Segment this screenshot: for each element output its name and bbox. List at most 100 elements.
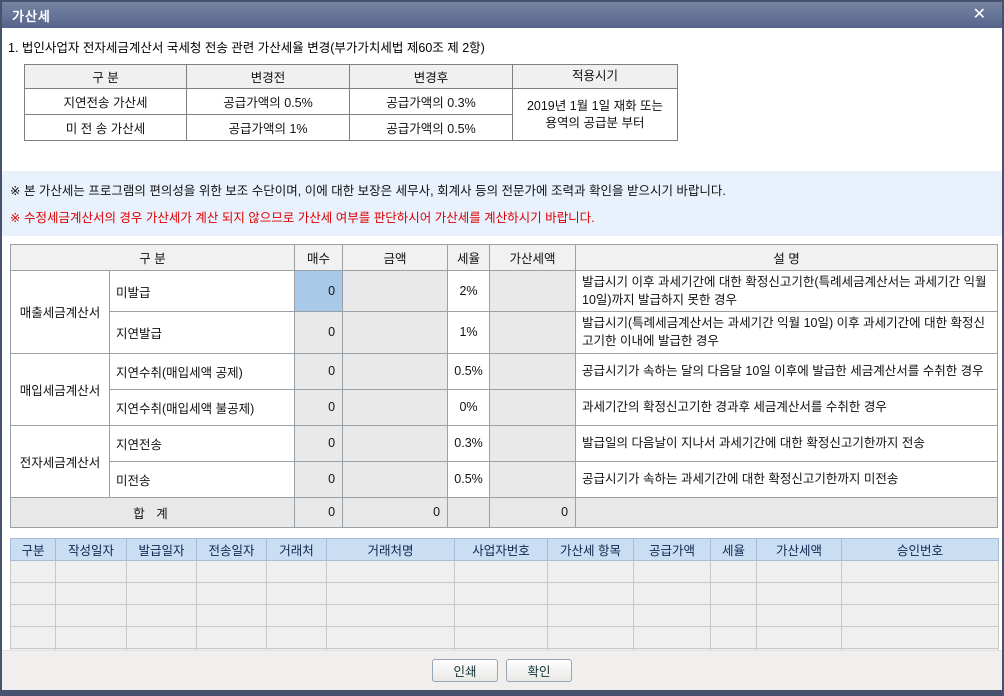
detail-empty-cell[interactable] [454,625,548,649]
detail-empty-cell[interactable] [756,625,842,649]
period-line2: 용역의 공급분 부터 [545,115,645,130]
detail-empty-cell[interactable] [841,603,999,627]
detail-empty-cell[interactable] [841,625,999,649]
detail-empty-cell[interactable] [633,559,711,583]
detail-empty-cell[interactable] [55,625,127,649]
detail-empty-cell[interactable] [126,603,197,627]
detail-empty-cell[interactable] [633,625,711,649]
detail-empty-cell[interactable] [633,581,711,605]
detail-empty-cell[interactable] [196,625,267,649]
penalty-tax-dialog: 가산세 ✕ 1. 법인사업자 전자세금계산서 국세청 전송 관련 가산세율 변경… [0,0,1004,696]
amount-cell [342,424,449,462]
penalty-cell [489,460,577,498]
detail-empty-cell[interactable] [454,603,548,627]
detail-empty-cell[interactable] [126,559,197,583]
detail-empty-cell[interactable] [266,559,327,583]
total-desc [575,496,998,528]
period-line1: 2019년 1월 1일 재화 또는 [526,98,664,113]
detail-empty-cell[interactable] [841,581,999,605]
detail-header-cell: 사업자번호 [454,537,548,561]
count-cell[interactable]: 0 [294,352,344,390]
detail-empty-cell[interactable] [126,581,197,605]
detail-empty-cell[interactable] [196,581,267,605]
detail-header-row: 구분 작성일자 발급일자 전송일자 거래처 거래처명 사업자번호 가산세 항목 공급가액 세율 가산… [10,537,999,561]
detail-header-cell: 세율 [710,537,757,561]
detail-empty-cell[interactable] [633,603,711,627]
cell-before: 공급가액의 1% [186,114,350,141]
detail-empty-row[interactable] [10,625,999,649]
detail-empty-cell[interactable] [196,603,267,627]
close-icon[interactable]: ✕ [967,7,992,23]
desc-cell: 발급시기(특례세금계산서는 과세기간 익월 10일) 이후 과세기간에 대한 확… [575,311,998,354]
detail-empty-cell[interactable] [55,559,127,583]
detail-empty-cell[interactable] [547,581,634,605]
count-cell-selected[interactable]: 0 [294,269,344,313]
amount-cell [342,388,449,426]
detail-empty-cell[interactable] [756,581,842,605]
notice-band: ※ 본 가산세는 프로그램의 편의성을 위한 보조 수단이며, 이에 대한 보장… [2,171,1002,236]
count-cell[interactable]: 0 [294,424,344,462]
print-button[interactable]: 인쇄 [432,659,498,682]
header-period: 적용시기 [512,64,678,89]
penalty-row-late-issue: 지연발급 0 1% 발급시기(특례세금계산서는 과세기간 익월 10일) 이후 … [11,311,998,354]
count-cell[interactable]: 0 [294,311,344,354]
detail-empty-row[interactable] [10,559,999,583]
detail-empty-cell[interactable] [710,581,757,605]
count-cell[interactable]: 0 [294,460,344,498]
detail-header-cell: 발급일자 [126,537,197,561]
detail-empty-cell[interactable] [841,559,999,583]
count-cell[interactable]: 0 [294,388,344,426]
penalty-row-late-receipt-deduct: 매입세금계산서 지연수취(매입세액 공제) 0 0.5% 공급시기가 속하는 달… [10,352,998,426]
detail-empty-cell[interactable] [10,559,56,583]
detail-empty-row[interactable] [10,603,999,627]
detail-empty-cell[interactable] [454,559,548,583]
detail-empty-cell[interactable] [196,559,267,583]
desc-cell: 과세기간의 확정신고기한 경과후 세금계산서를 수취한 경우 [575,388,998,426]
desc-cell: 발급시기 이후 과세기간에 대한 확정신고기한(특례세금계산서는 과세기간 익월… [575,269,998,313]
header-after: 변경후 [349,64,513,89]
detail-empty-cell[interactable] [10,625,56,649]
header-gubun: 구 분 [24,64,187,89]
detail-empty-cell[interactable] [126,625,197,649]
notice-red: ※ 수정세금계산서의 경우 가산세가 계산 되지 않으므로 가산세 여부를 판단… [10,211,595,225]
desc-cell: 발급일의 다음날이 지나서 과세기간에 대한 확정신고기한까지 전송 [575,424,998,462]
detail-empty-cell[interactable] [756,559,842,583]
detail-empty-cell[interactable] [55,581,127,605]
detail-empty-cell[interactable] [326,581,455,605]
detail-empty-cell[interactable] [710,625,757,649]
rate-cell: 0.5% [447,352,491,390]
detail-empty-cell[interactable] [10,603,56,627]
header-desc: 설 명 [575,244,998,271]
detail-header-cell: 거래처 [266,537,327,561]
detail-empty-cell[interactable] [454,581,548,605]
detail-empty-cell[interactable] [710,559,757,583]
dialog-titlebar: 가산세 ✕ [2,2,1002,28]
detail-empty-cell[interactable] [266,581,327,605]
penalty-header-row: 구 분 매수 금액 세율 가산세액 설 명 [9,244,998,271]
detail-header-cell: 가산세 항목 [547,537,634,561]
detail-empty-cell[interactable] [10,581,56,605]
item-label: 지연수취(매입세액 불공제) [108,388,296,426]
detail-empty-cell[interactable] [266,625,327,649]
detail-empty-cell[interactable] [326,603,455,627]
cell-after: 공급가액의 0.5% [349,114,513,141]
detail-header-cell: 작성일자 [55,537,127,561]
detail-empty-cell[interactable] [547,603,634,627]
header-amount: 금액 [342,244,449,271]
detail-empty-cell[interactable] [55,603,127,627]
dialog-title: 가산세 [12,8,51,24]
detail-empty-cell[interactable] [547,559,634,583]
detail-empty-cell[interactable] [547,625,634,649]
total-count: 0 [294,496,344,528]
detail-empty-cell[interactable] [266,603,327,627]
total-amount: 0 [342,496,449,528]
detail-empty-cell[interactable] [710,603,757,627]
detail-empty-cell[interactable] [326,559,455,583]
group-label-sales: 매출세금계산서 [10,270,110,354]
detail-empty-cell[interactable] [756,603,842,627]
notice-black: ※ 본 가산세는 프로그램의 편의성을 위한 보조 수단이며, 이에 대한 보장… [10,184,726,198]
detail-empty-cell[interactable] [326,625,455,649]
detail-empty-row[interactable] [10,581,999,605]
ok-button[interactable]: 확인 [506,659,572,682]
cell-after: 공급가액의 0.3% [349,88,513,115]
